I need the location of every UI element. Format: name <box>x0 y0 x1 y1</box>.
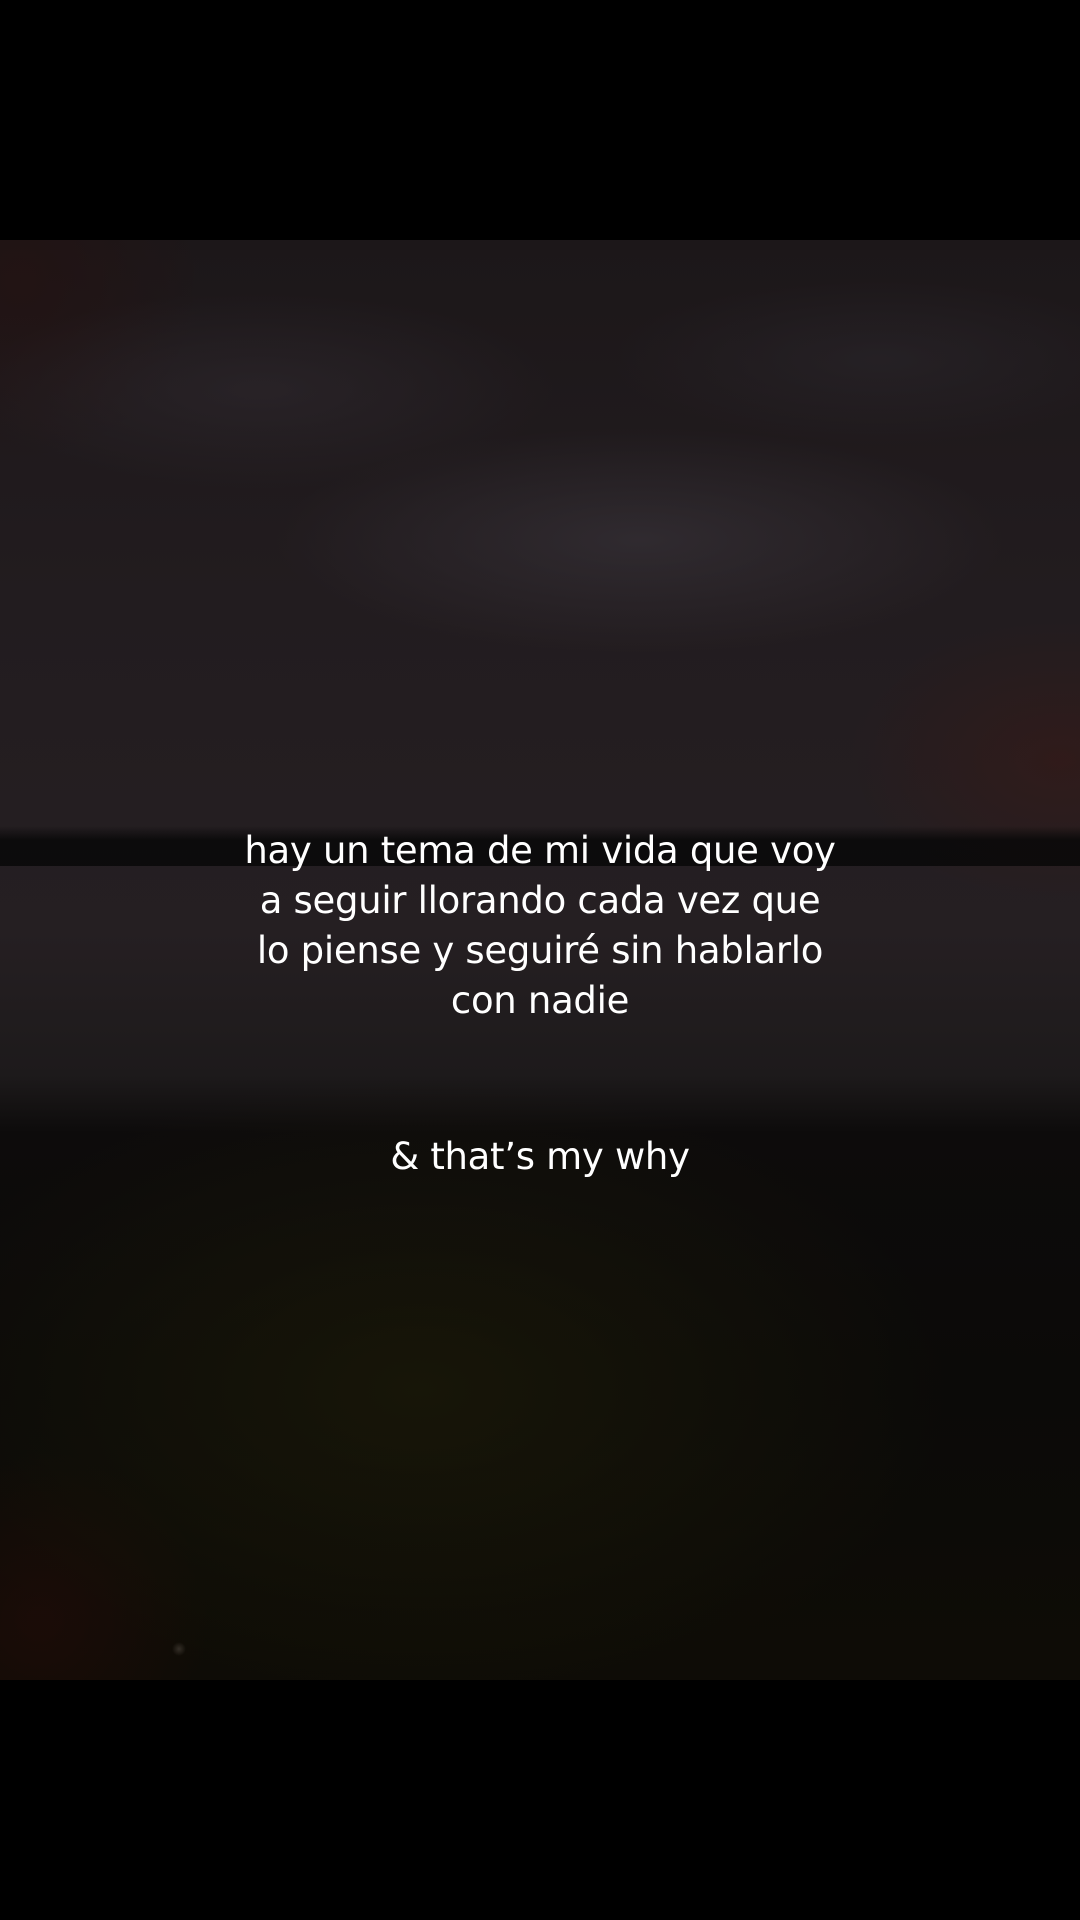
caption-line: a seguir llorando cada vez que <box>259 879 821 922</box>
caption-line: hay un tema de mi vida que voy <box>244 829 836 872</box>
caption-tagline: & that’s my why <box>390 1135 690 1178</box>
caption-line: lo piense y seguiré sin hablarlo <box>256 929 824 972</box>
caption-line: con nadie <box>450 979 630 1022</box>
lens-speck <box>172 1642 186 1656</box>
caption-text: hay un tema de mi vida que voy a seguir … <box>0 826 1080 1026</box>
video-frame: hay un tema de mi vida que voy a seguir … <box>0 0 1080 1920</box>
